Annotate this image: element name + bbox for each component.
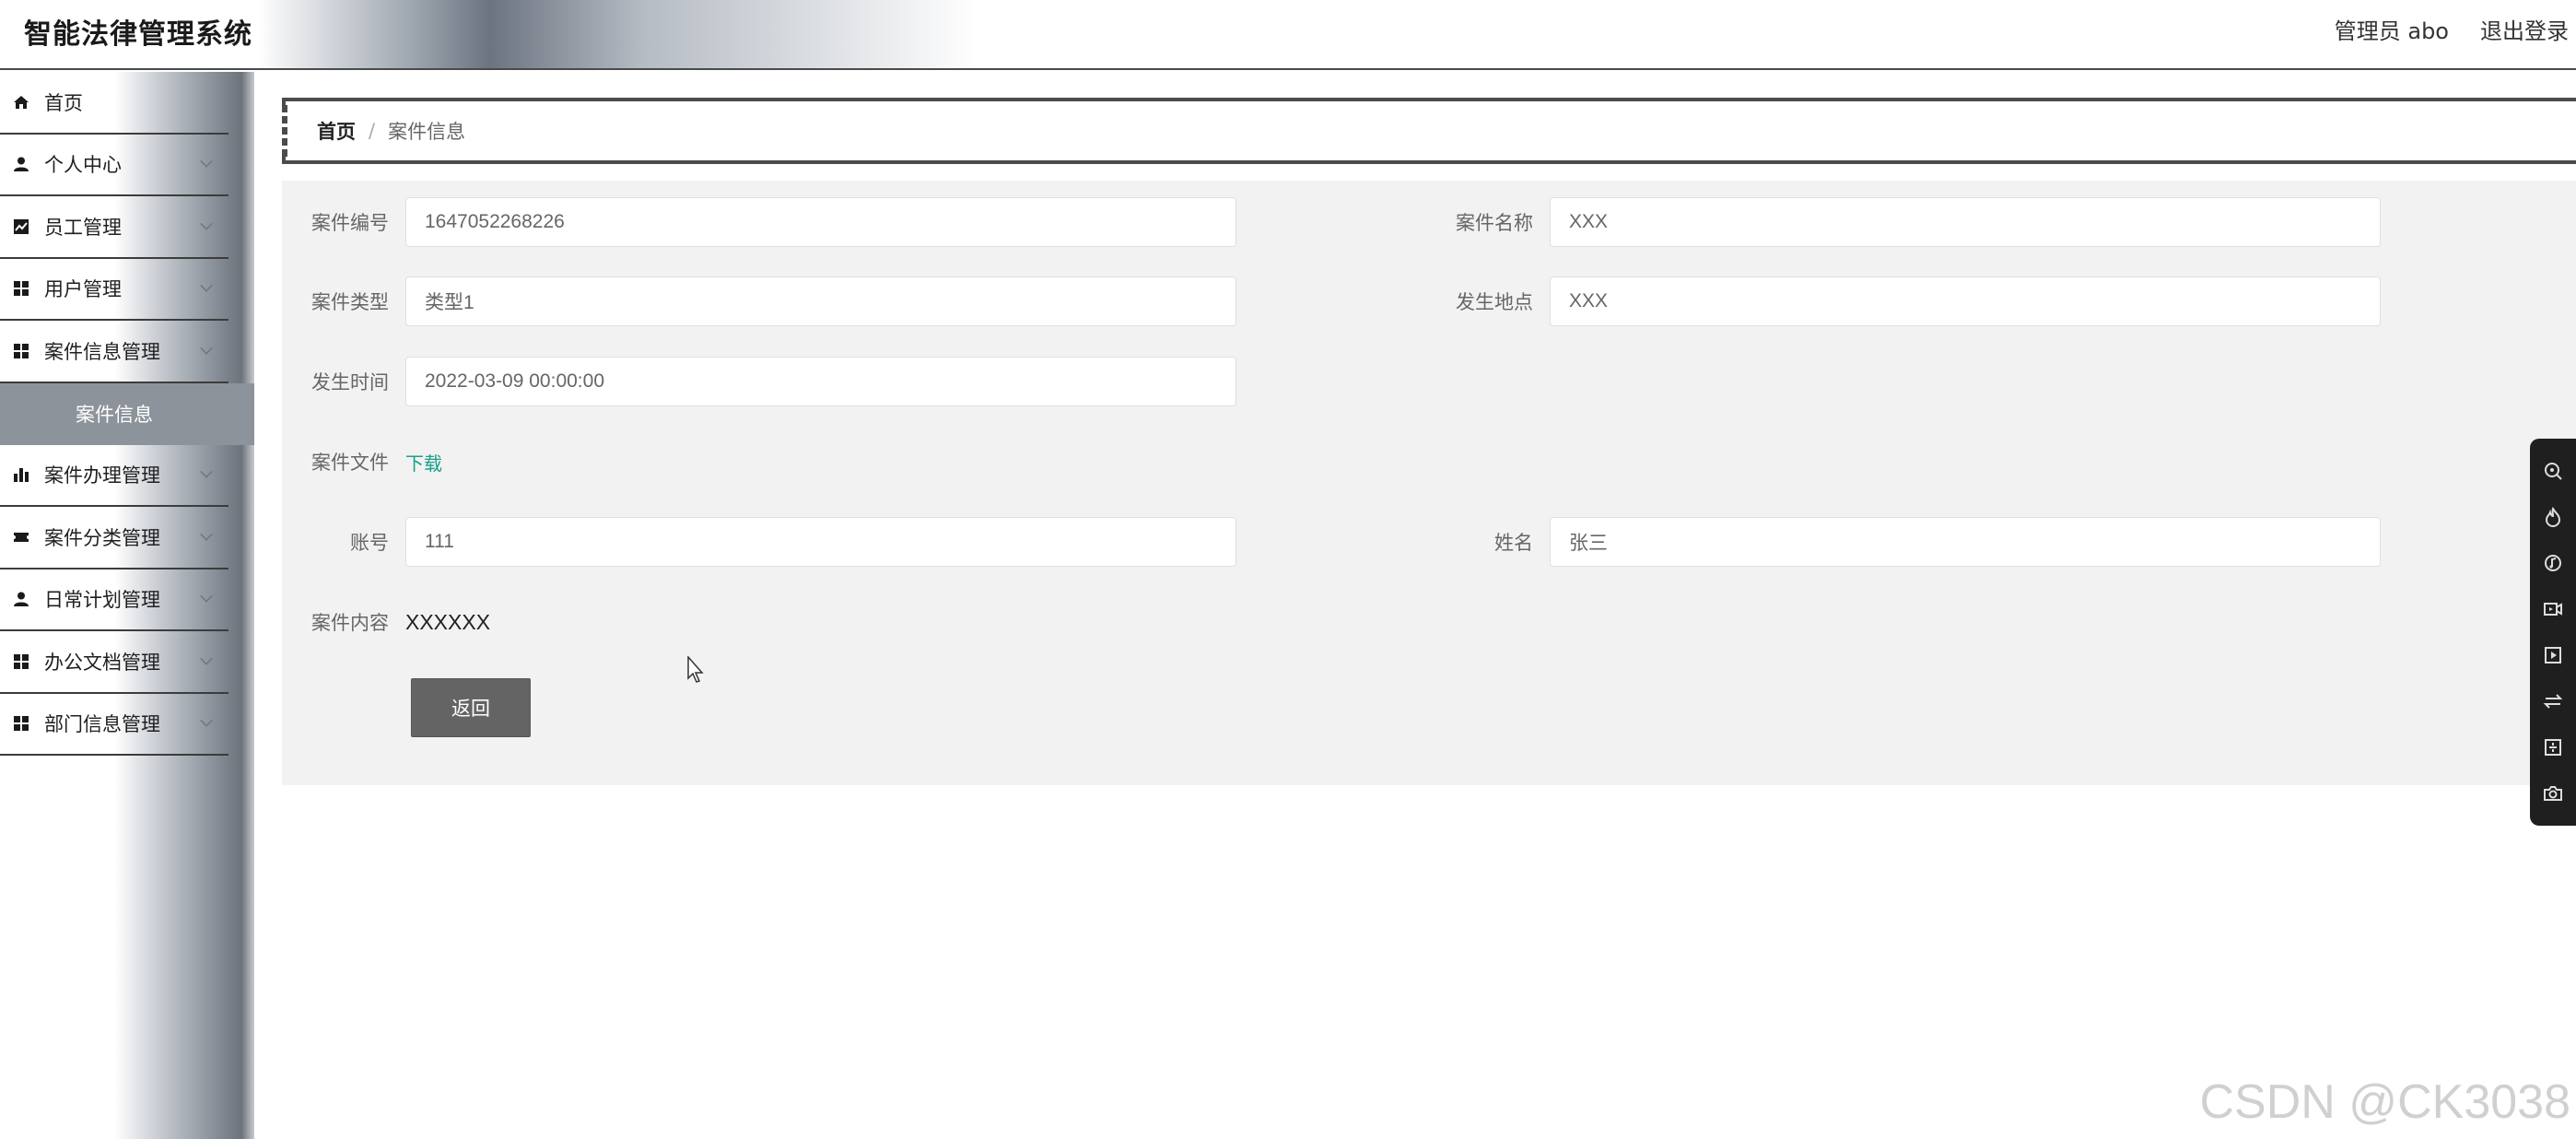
play-frame-icon[interactable] [2541,643,2565,667]
camera-icon[interactable] [2541,781,2565,805]
chevron-down-icon [200,217,213,230]
case-type-label: 案件类型 [311,291,389,313]
sidebar-item-label: 办公文档管理 [44,651,160,674]
watermark: CSDN @CK3038 [2199,1075,2571,1129]
name-row: 姓名 张三 [1439,517,2381,567]
file-label: 案件文件 [311,452,389,474]
location-label: 发生地点 [1456,291,1533,313]
ticket-icon [13,529,29,546]
sidebar-menu: 首页 个人中心 员工管理 用户管理 案件信息管理 案件信息 案件办理管理 案件分… [0,72,254,756]
sidebar-item-label: 用户管理 [44,278,122,301]
back-button[interactable]: 返回 [411,678,531,737]
logout-link[interactable]: 退出登录 [2480,13,2569,45]
content-value: XXXXXX [405,609,491,634]
sidebar-item-office-docs[interactable]: 办公文档管理 [0,631,228,694]
sidebar-item-case-handling[interactable]: 案件办理管理 [0,445,228,507]
sidebar-item-daily-plan[interactable]: 日常计划管理 [0,570,228,631]
chart-icon [13,218,29,235]
sidebar-item-case-category[interactable]: 案件分类管理 [0,507,228,570]
sidebar-item-label: 首页 [44,91,83,114]
sidebar-item-staff[interactable]: 员工管理 [0,196,228,259]
grid-icon [13,653,29,670]
case-name-label: 案件名称 [1456,212,1533,234]
sidebar-item-users[interactable]: 用户管理 [0,259,228,321]
time-label: 发生时间 [311,371,389,393]
case-detail-form: 案件编号 1647052268226 案件名称 XXX 案件类型 类型1 发生地… [282,181,2576,785]
chevron-down-icon [200,341,213,355]
grid-icon [13,343,29,359]
sidebar-item-department[interactable]: 部门信息管理 [0,694,228,756]
download-link[interactable]: 下载 [405,449,442,476]
case-no-label: 案件编号 [311,212,389,234]
music-icon[interactable] [2541,551,2565,575]
sidebar-subitem-case-info[interactable]: 案件信息 [0,382,254,445]
case-name-field[interactable]: XXX [1550,197,2381,247]
user-area: 管理员 abo 退出登录 [2335,13,2569,45]
breadcrumb-home[interactable]: 首页 [317,117,356,145]
content-row: 案件内容 XXXXXX [295,597,490,647]
sidebar-item-case-info[interactable]: 案件信息管理 [0,321,228,383]
grid-icon [13,715,29,732]
video-icon[interactable] [2541,597,2565,621]
breadcrumb-current: 案件信息 [388,121,466,143]
compress-icon[interactable] [2541,735,2565,759]
content-label: 案件内容 [311,612,389,634]
sidebar: 首页 个人中心 员工管理 用户管理 案件信息管理 案件信息 案件办理管理 案件分… [0,72,254,1139]
user-icon [13,156,29,172]
swap-icon[interactable] [2541,689,2565,713]
search-icon[interactable] [2541,459,2565,483]
bar-chart-icon [13,466,29,483]
time-row: 发生时间 2022-03-09 00:00:00 [295,357,1236,406]
name-field[interactable]: 张三 [1550,517,2381,567]
sidebar-item-personal[interactable]: 个人中心 [0,135,228,196]
breadcrumb-separator: / [369,120,376,142]
breadcrumb: 首页 / 案件信息 [282,98,2576,164]
time-field[interactable]: 2022-03-09 00:00:00 [405,357,1236,406]
location-field[interactable]: XXX [1550,276,2381,326]
case-type-row: 案件类型 类型1 [295,276,1236,326]
case-no-row: 案件编号 1647052268226 [295,197,1236,247]
chevron-down-icon [200,465,213,479]
user-label: 管理员 abo [2334,18,2449,44]
mouse-cursor-icon [687,655,706,687]
fire-icon[interactable] [2541,505,2565,529]
home-icon [13,94,29,111]
sidebar-item-label: 案件分类管理 [44,526,160,549]
sidebar-item-label: 个人中心 [44,154,122,177]
case-type-field[interactable]: 类型1 [405,276,1236,326]
grid-icon [13,280,29,297]
case-no-field[interactable]: 1647052268226 [405,197,1236,247]
case-name-row: 案件名称 XXX [1439,197,2381,247]
file-row: 案件文件 下载 [295,437,442,487]
chevron-down-icon [200,527,213,541]
sidebar-item-label: 部门信息管理 [44,713,160,736]
sidebar-item-label: 案件信息管理 [44,340,160,363]
location-row: 发生地点 XXX [1439,276,2381,326]
sidebar-item-label: 日常计划管理 [44,589,160,612]
sidebar-item-label: 员工管理 [44,216,122,239]
name-label: 姓名 [1494,532,1533,554]
chevron-down-icon [200,590,213,604]
account-row: 账号 111 [295,517,1236,567]
sidebar-item-home[interactable]: 首页 [0,72,228,135]
chevron-down-icon [200,714,213,728]
floating-toolbar [2530,439,2576,826]
account-label: 账号 [350,532,389,554]
top-header: 智能法律管理系统 管理员 abo 退出登录 [0,0,2576,70]
account-field[interactable]: 111 [405,517,1236,567]
chevron-down-icon [200,652,213,665]
chevron-down-icon [200,155,213,169]
sidebar-item-label: 案件办理管理 [44,464,160,487]
app-title: 智能法律管理系统 [24,18,252,51]
chevron-down-icon [200,279,213,293]
user-icon [13,591,29,607]
